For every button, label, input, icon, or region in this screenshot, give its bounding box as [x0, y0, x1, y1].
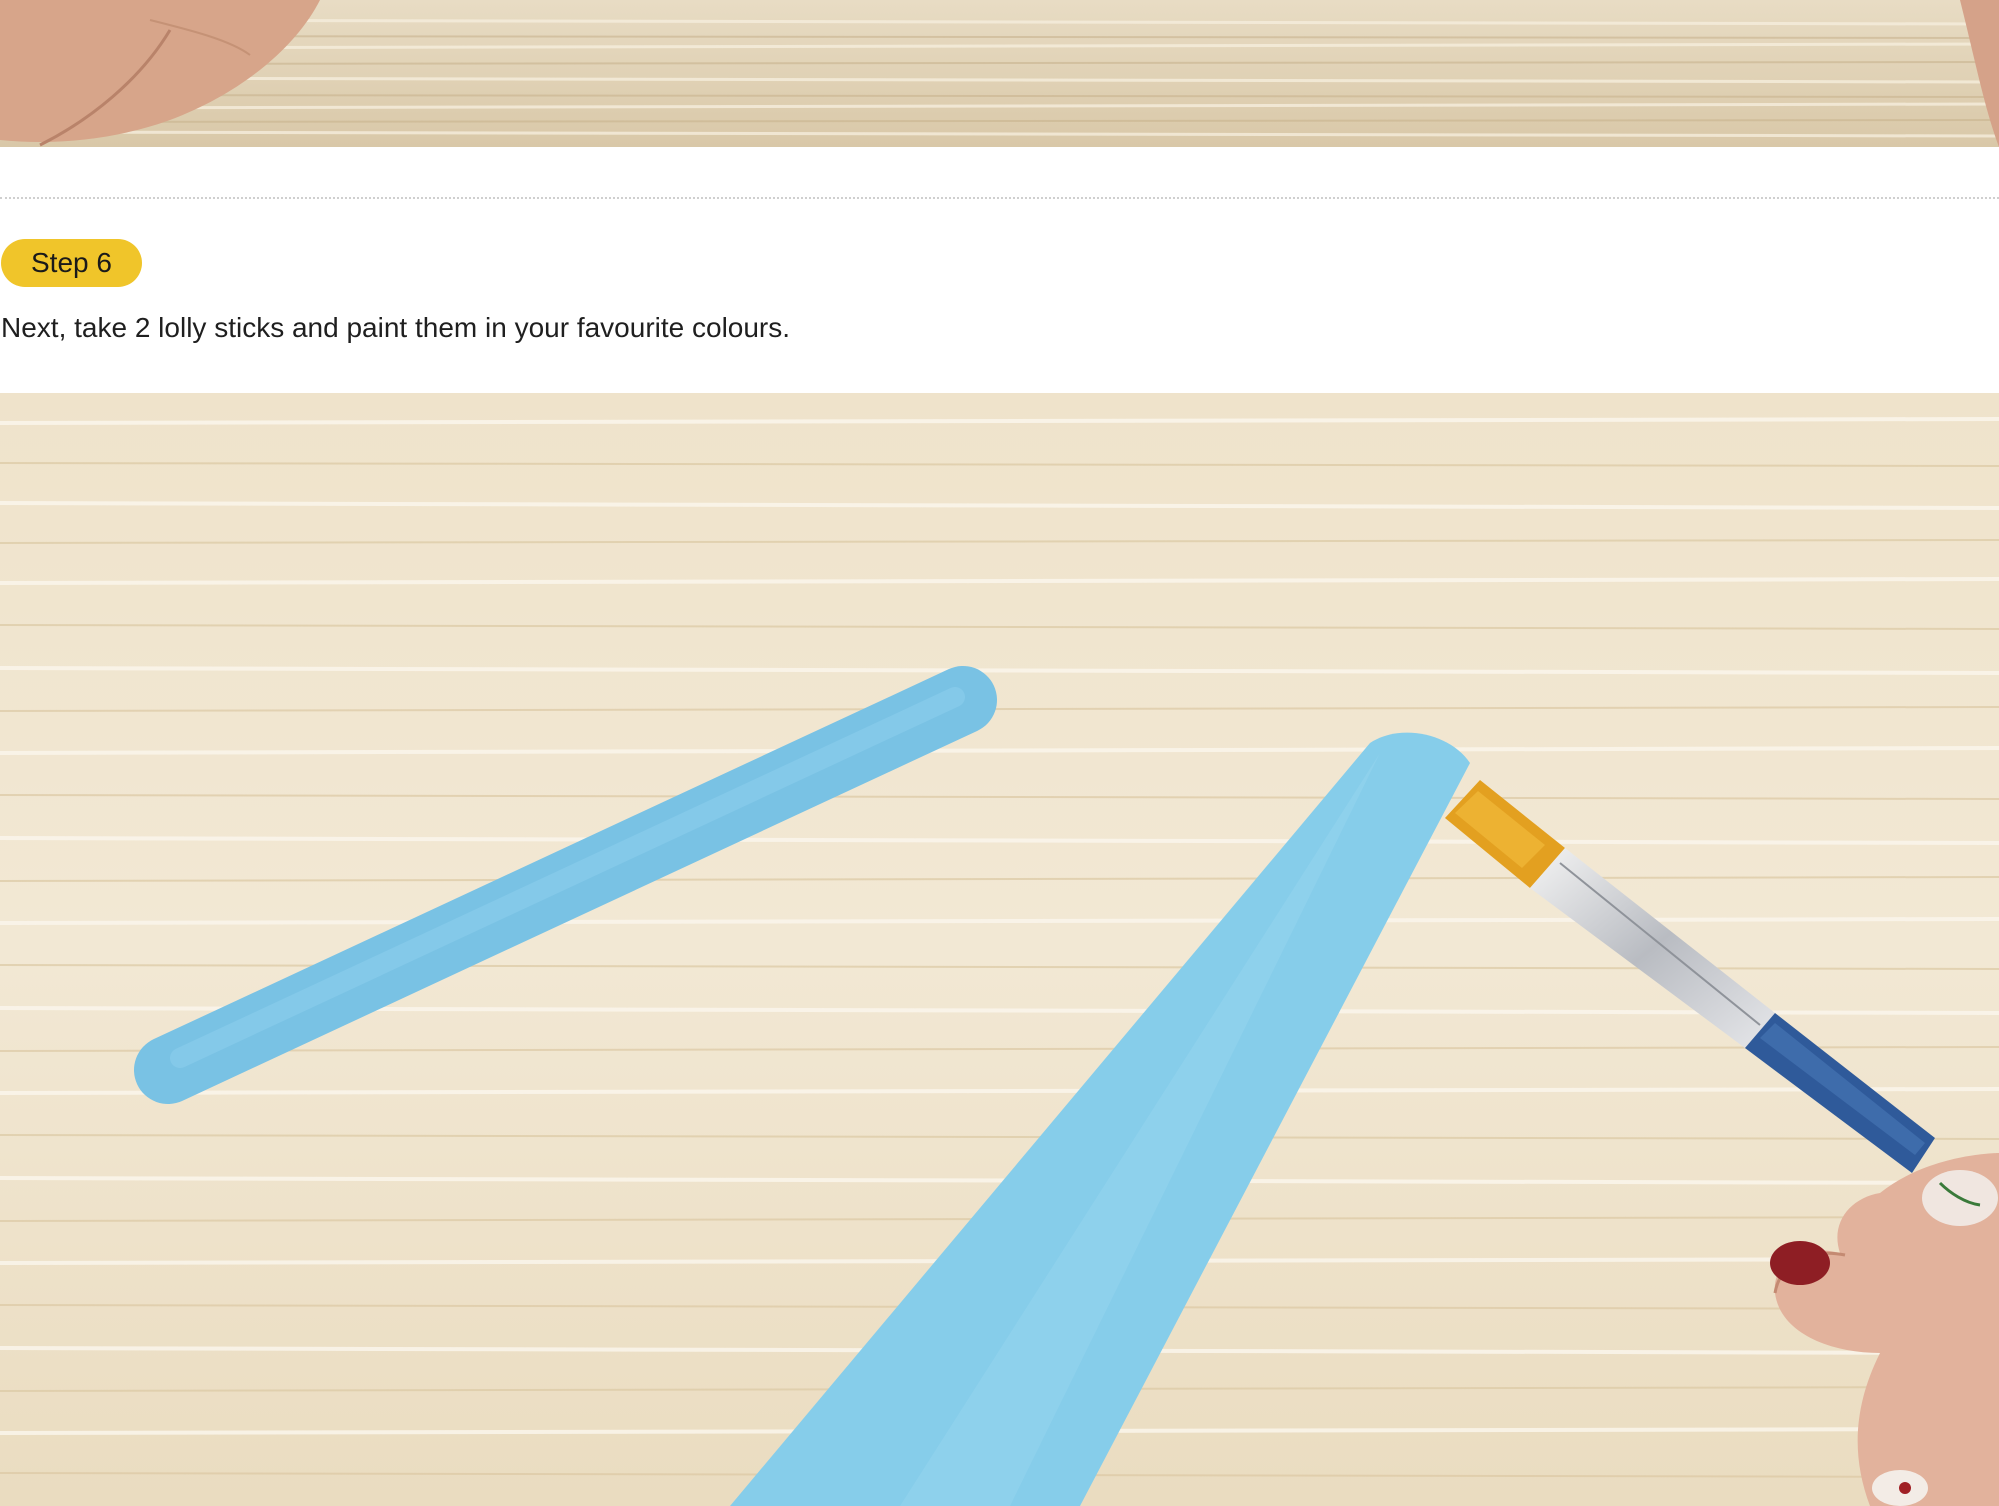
section-divider	[0, 197, 1999, 199]
step-instruction: Next, take 2 lolly sticks and paint them…	[1, 312, 791, 343]
step-photo	[0, 393, 1999, 1506]
previous-step-photo	[0, 0, 1999, 147]
step-badge: Step 6	[1, 239, 142, 287]
tutorial-page: Step 6 Next, take 2 lolly sticks and pai…	[0, 0, 1999, 1506]
